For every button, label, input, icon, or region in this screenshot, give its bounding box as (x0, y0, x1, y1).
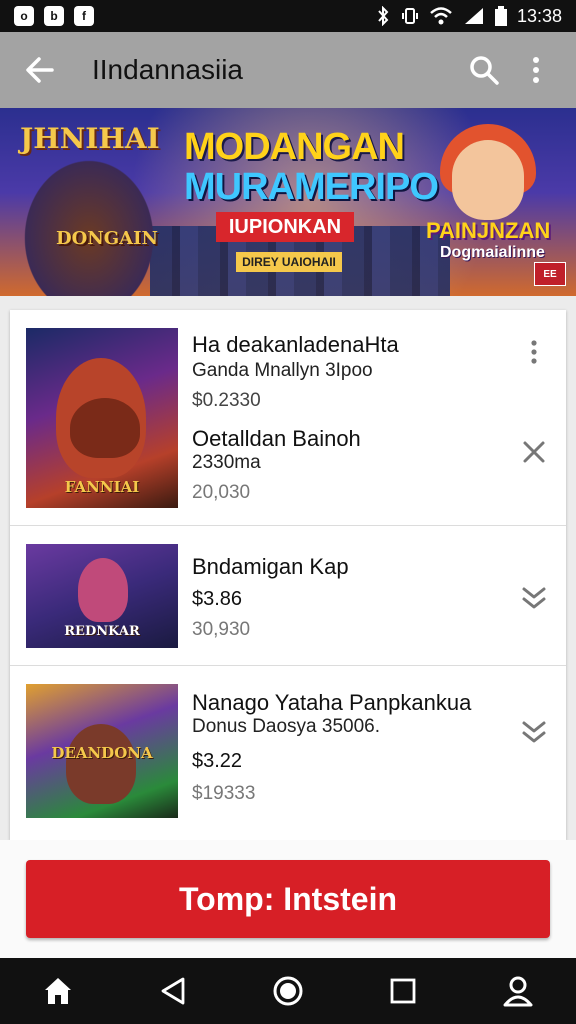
more-vert-icon (531, 340, 537, 364)
nav-profile-button[interactable] (494, 967, 542, 1015)
item-more-button[interactable] (518, 336, 550, 368)
status-time: 13:38 (516, 5, 562, 26)
battery-icon (494, 6, 507, 26)
game-thumbnail[interactable]: REDNKAR (26, 544, 178, 648)
item-price: $3.86 (192, 588, 243, 610)
banner-ribbon: IUPIONKAN (216, 212, 354, 242)
signal-icon (464, 8, 483, 24)
item-count: 20,030 (192, 482, 251, 503)
banner-small-tag: DIREY UAIOHAII (236, 252, 342, 272)
footer: Tomp: Intstein (0, 840, 576, 958)
search-button[interactable] (458, 44, 510, 96)
list-item[interactable]: REDNKAR Bndamigan Kap $3.86 30,930 (10, 526, 566, 666)
bluetooth-icon (378, 6, 389, 26)
item-info: Ha deakanladenaHta Ganda Mnallyn 3Ipoo $… (192, 332, 506, 504)
item-close-button[interactable] (518, 436, 550, 468)
thumbnail-hero-art (78, 558, 128, 622)
item-detail-title: Oetalldan Bainoh (192, 426, 361, 451)
banner-left-title: JHNIHAI (20, 122, 160, 155)
nav-home-button[interactable] (34, 967, 82, 1015)
page-title: IIndannasiia (92, 54, 244, 85)
more-vert-icon (533, 57, 539, 83)
notification-icon: o (14, 6, 34, 26)
item-subtitle: Donus Daosya 35006. (192, 716, 381, 737)
app-bar: IIndannasiia (0, 32, 576, 108)
banner-headline-1: MODANGAN (184, 126, 405, 168)
status-right: 13:38 (375, 6, 562, 27)
game-thumbnail[interactable]: DEANDONA (26, 684, 178, 818)
wifi-icon (430, 7, 452, 25)
item-price: $0.2330 (192, 390, 261, 411)
item-detail-subtitle: 2330ma (192, 452, 261, 473)
list-item[interactable]: FANNIAI Ha deakanladenaHta Ganda Mnallyn… (10, 310, 566, 526)
item-info: Bndamigan Kap $3.86 30,930 (192, 554, 506, 641)
nav-home-circle-button[interactable] (264, 967, 312, 1015)
thumbnail-label: FANNIAI (64, 478, 140, 496)
vibrate-icon (401, 8, 418, 24)
recents-square-icon (390, 978, 416, 1004)
status-left-icons: o b f (14, 6, 94, 26)
install-button[interactable]: Tomp: Intstein (26, 860, 550, 938)
status-bar: o b f 13:38 (0, 0, 576, 32)
double-chevron-down-icon (522, 587, 546, 609)
banner-headline-2: MURAMERIPO (184, 166, 439, 208)
double-chevron-down-icon (522, 721, 546, 743)
back-triangle-icon (161, 977, 185, 1005)
back-arrow-icon (26, 57, 54, 83)
item-title: Ha deakanladenaHta (192, 332, 399, 357)
list-item[interactable]: DEANDONA Nanago Yataha Panpkankua Donus … (10, 666, 566, 840)
item-price: $3.22 (192, 750, 243, 772)
thumbnail-label: REDNKAR (64, 624, 140, 639)
item-expand-button[interactable] (518, 582, 550, 614)
more-options-button[interactable] (510, 44, 562, 96)
item-title: Bndamigan Kap (192, 554, 349, 579)
thumbnail-hero-art (66, 724, 136, 804)
banner-right-title: PAINJNZAN (426, 218, 551, 243)
nav-back-button[interactable] (149, 967, 197, 1015)
item-info: Nanago Yataha Panpkankua Donus Daosya 35… (192, 690, 506, 805)
item-subtitle: Ganda Mnallyn 3Ipoo (192, 360, 373, 381)
thumbnail-hero-hair (70, 398, 140, 458)
close-icon (523, 441, 545, 463)
item-count: $19333 (192, 783, 256, 804)
banner-left-subtitle: DONGAIN (56, 228, 158, 249)
game-list: FANNIAI Ha deakanladenaHta Ganda Mnallyn… (10, 310, 566, 840)
system-nav-bar (0, 958, 576, 1024)
notification-icon: f (74, 6, 94, 26)
banner-right-subtitle: Dogmaialinne (440, 244, 545, 261)
item-expand-button[interactable] (518, 716, 550, 748)
game-thumbnail[interactable]: FANNIAI (26, 328, 178, 508)
banner-rating-badge: EE (534, 262, 566, 286)
banner-character-face (452, 140, 524, 220)
thumbnail-label: DEANDONA (51, 744, 153, 762)
home-icon (44, 978, 71, 1004)
banner-heroes-art (14, 148, 164, 296)
item-count: 30,930 (192, 619, 251, 640)
notification-icon: b (44, 6, 64, 26)
promo-banner[interactable]: JHNIHAI DONGAIN MODANGAN MURAMERIPO IUPI… (0, 108, 576, 296)
nav-recents-button[interactable] (379, 967, 427, 1015)
profile-icon (503, 976, 533, 1007)
back-button[interactable] (14, 44, 66, 96)
search-icon (470, 56, 499, 85)
item-title: Nanago Yataha Panpkankua (192, 690, 472, 715)
home-circle-icon (273, 976, 303, 1006)
